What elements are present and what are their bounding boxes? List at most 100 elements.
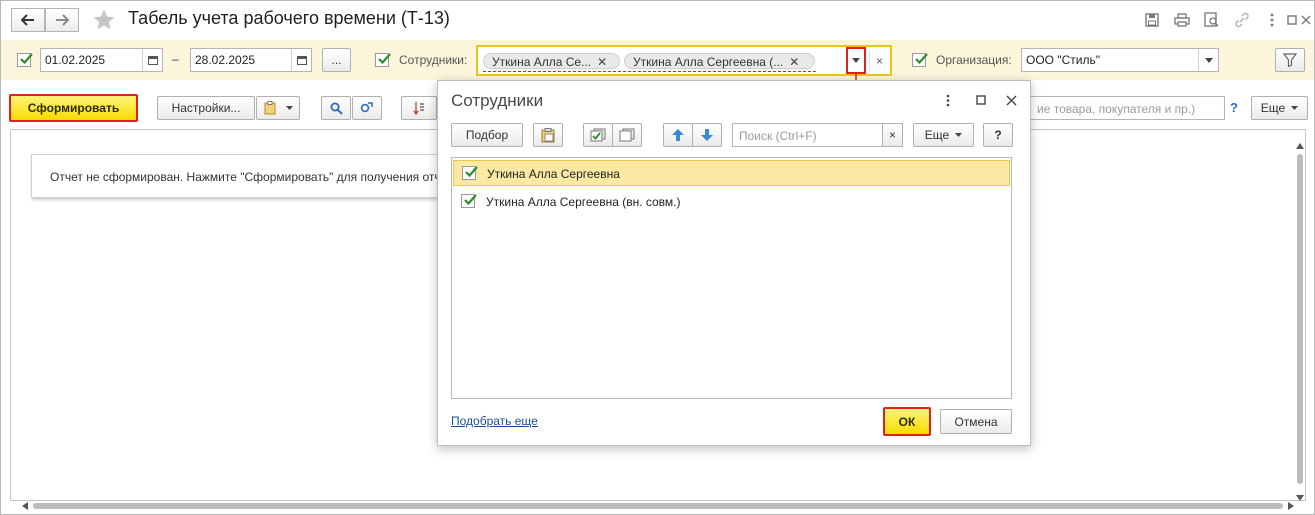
move-down-button[interactable]	[692, 123, 722, 147]
move-up-button[interactable]	[663, 123, 693, 147]
save-button[interactable]	[1143, 11, 1161, 29]
save-icon	[1145, 13, 1159, 27]
find-next-button[interactable]	[352, 96, 382, 120]
scroll-down-icon[interactable]	[1296, 490, 1304, 504]
remove-tag-icon[interactable]: ✕	[789, 55, 799, 69]
list-item[interactable]: Уткина Алла Сергеевна (вн. совм.)	[453, 189, 1010, 215]
dialog-search-input[interactable]: Поиск (Ctrl+F)	[732, 123, 883, 147]
settings-button[interactable]: Настройки...	[157, 96, 255, 120]
dialog-more-button[interactable]	[941, 93, 955, 107]
paste-button[interactable]	[533, 123, 563, 147]
horizontal-scrollbar[interactable]	[12, 501, 1296, 511]
find-button[interactable]	[321, 96, 351, 120]
item-checkbox[interactable]	[462, 166, 478, 180]
calendar-icon	[296, 56, 307, 65]
pick-more-link[interactable]: Подобрать еще	[451, 414, 538, 428]
chevron-down-icon	[852, 58, 860, 63]
uncheck-all-icon	[619, 128, 635, 142]
scroll-up-icon[interactable]	[1296, 138, 1304, 152]
employee-tag-label: Уткина Алла Сергеевна (...	[633, 55, 784, 69]
pick-button[interactable]: Подбор	[451, 123, 523, 147]
dialog-title: Сотрудники	[451, 91, 544, 110]
organization-checkbox[interactable]	[912, 53, 928, 67]
period-checkbox[interactable]	[17, 53, 33, 67]
maximize-button[interactable]	[1287, 11, 1297, 29]
dialog-close-button[interactable]	[1004, 93, 1018, 107]
generate-button[interactable]: Сформировать	[9, 94, 138, 122]
dialog-search-clear-button[interactable]: ×	[882, 123, 903, 147]
scroll-right-icon[interactable]	[1288, 502, 1294, 510]
dialog-more-label: Еще	[924, 128, 950, 142]
funnel-icon	[1283, 53, 1297, 67]
clipboard-icon	[541, 127, 555, 142]
employees-clear-button[interactable]: ×	[869, 51, 889, 71]
organization-dropdown-button[interactable]	[1198, 49, 1218, 71]
period-select-button[interactable]: ...	[322, 48, 351, 72]
more-vertical-button[interactable]	[1263, 11, 1281, 29]
dialog-more-menu-button[interactable]: Еще	[913, 123, 974, 147]
check-all-button[interactable]	[583, 123, 613, 147]
variants-button[interactable]	[256, 96, 300, 120]
print-button[interactable]	[1173, 11, 1191, 29]
report-search-input[interactable]: ие товара, покупателя и пр.)	[1031, 96, 1225, 120]
organization-label: Организация:	[936, 53, 1012, 67]
chevron-down-icon	[1204, 57, 1213, 63]
filter-settings-button[interactable]	[1275, 48, 1305, 72]
checkmark-icon	[465, 166, 478, 178]
vertical-scrollbar[interactable]	[1297, 154, 1303, 484]
back-button[interactable]	[11, 8, 45, 32]
favorite-button[interactable]	[92, 8, 116, 32]
horizontal-scroll-thumb[interactable]	[33, 503, 1283, 509]
employees-field[interactable]: Уткина Алла Се... ✕ Уткина Алла Сергеевна…	[476, 45, 892, 76]
organization-field[interactable]: ООО "Стиль"	[1021, 48, 1219, 72]
arrow-down-icon	[701, 129, 713, 141]
list-item[interactable]: Уткина Алла Сергеевна	[453, 160, 1010, 186]
more-vertical-icon	[946, 94, 950, 106]
help-button[interactable]: ?	[1230, 100, 1238, 115]
close-icon	[1301, 15, 1311, 25]
print-icon	[1174, 13, 1190, 27]
employee-tag[interactable]: Уткина Алла Сергеевна (... ✕	[624, 53, 815, 69]
date-from-field[interactable]: 01.02.2025	[40, 48, 163, 72]
date-to-field[interactable]: 28.02.2025	[190, 48, 312, 72]
chevron-down-icon	[285, 106, 293, 110]
arrow-left-icon	[21, 14, 34, 26]
date-from-calendar-button[interactable]	[142, 49, 162, 71]
window-title: Табель учета рабочего времени (Т-13)	[128, 8, 450, 28]
period-dash: –	[172, 52, 179, 66]
scroll-left-icon[interactable]	[22, 502, 28, 510]
check-all-icon	[590, 128, 606, 142]
more-vertical-icon	[1270, 13, 1274, 27]
calendar-icon	[147, 56, 158, 65]
maximize-icon	[976, 95, 986, 105]
search-next-icon	[360, 101, 373, 112]
date-to-value: 28.02.2025	[195, 53, 256, 67]
employees-label: Сотрудники:	[399, 53, 468, 67]
close-icon	[1006, 95, 1016, 105]
employees-checkbox[interactable]	[375, 53, 391, 67]
preview-button[interactable]	[1203, 11, 1221, 29]
more-button[interactable]: Еще	[1251, 96, 1308, 120]
link-button[interactable]	[1233, 11, 1251, 29]
sort-button[interactable]	[401, 96, 437, 120]
date-to-calendar-button[interactable]	[291, 49, 311, 71]
chevron-down-icon	[955, 133, 963, 137]
forward-button[interactable]	[45, 8, 79, 32]
employees-list[interactable]: Уткина Алла Сергеевна Уткина Алла Сергее…	[451, 157, 1012, 399]
close-button[interactable]	[1300, 11, 1312, 29]
dialog-maximize-button[interactable]	[974, 93, 988, 107]
link-icon	[1235, 12, 1249, 28]
report-notice: Отчет не сформирован. Нажмите "Сформиров…	[31, 154, 451, 198]
dialog-help-button[interactable]: ?	[983, 123, 1013, 147]
ok-button[interactable]: ОК	[883, 407, 931, 436]
sort-icon	[413, 102, 424, 115]
remove-tag-icon[interactable]: ✕	[597, 55, 607, 69]
cancel-button[interactable]: Отмена	[940, 409, 1012, 434]
employee-tag-label: Уткина Алла Се...	[492, 55, 592, 69]
item-checkbox[interactable]	[461, 194, 477, 208]
item-label: Уткина Алла Сергеевна	[487, 167, 620, 181]
item-label: Уткина Алла Сергеевна (вн. совм.)	[486, 195, 681, 209]
employee-tag[interactable]: Уткина Алла Се... ✕	[483, 53, 620, 69]
employees-dropdown-button[interactable]	[846, 47, 866, 74]
uncheck-all-button[interactable]	[612, 123, 642, 147]
